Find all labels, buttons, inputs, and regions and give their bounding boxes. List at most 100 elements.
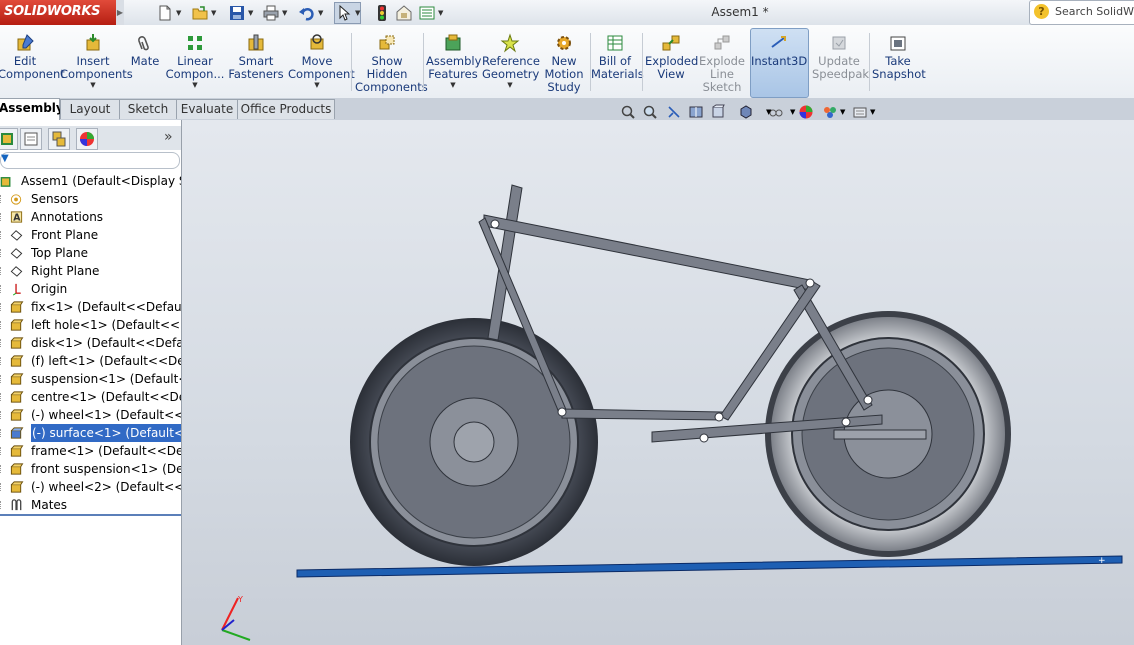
feature-tree-item[interactable]: (-) wheel<2> (Default<<Def — [0, 478, 181, 496]
edit-appearance-icon[interactable] — [798, 104, 814, 120]
display-manager-icon — [80, 132, 94, 146]
save-button[interactable]: ▼ — [228, 3, 253, 22]
feature-tree-item[interactable]: A Annotations — [0, 208, 181, 226]
reference-geometry-label: Reference Geometry — [482, 54, 540, 81]
bicycle-model[interactable]: + Y — [182, 120, 1134, 645]
display-style-icon[interactable] — [738, 104, 754, 120]
property-manager-tab[interactable] — [20, 128, 42, 150]
feature-tree-item-label: (-) wheel<1> (Default<<Def — [31, 408, 181, 422]
feature-manager-tab[interactable] — [0, 128, 18, 150]
zoom-to-fit-icon[interactable] — [620, 104, 636, 120]
panel-divider — [0, 514, 181, 516]
command-manager: Edit Component Insert Components ▼ Mate … — [0, 25, 1134, 98]
insert-components-button[interactable]: Insert Components ▼ — [60, 29, 133, 95]
feature-tree-item[interactable]: (f) left<1> (Default<<Defaul — [0, 352, 181, 370]
file-properties-button[interactable] — [395, 3, 413, 22]
tab-assembly[interactable]: Assembly — [0, 98, 64, 120]
tree-connector — [0, 447, 5, 455]
chevron-down-icon[interactable]: ▼ — [282, 9, 287, 17]
previous-view-icon[interactable] — [666, 104, 682, 120]
new-motion-study-button[interactable]: New Motion Study — [542, 29, 586, 95]
part-icon — [10, 355, 24, 367]
chevron-down-icon[interactable]: ▼ — [164, 81, 226, 90]
right-wheel[interactable] — [765, 311, 1011, 557]
options-button[interactable]: ▼ — [418, 3, 443, 22]
zoom-to-area-icon[interactable] — [642, 104, 658, 120]
chevron-down-icon[interactable]: ▼ — [438, 9, 443, 17]
assembly-features-icon — [445, 34, 461, 51]
view-settings-icon[interactable] — [852, 104, 868, 120]
chevron-down-icon[interactable]: ▼ — [355, 9, 360, 17]
edit-component-button[interactable]: Edit Component — [0, 29, 65, 95]
edit-component-icon — [17, 34, 34, 51]
menu-expand-arrow-icon[interactable]: ▶ — [116, 0, 124, 25]
section-view-icon[interactable] — [688, 104, 704, 120]
update-speedpak-button[interactable]: Update Speedpak — [812, 29, 869, 95]
feature-tree-item[interactable]: (-) surface<1> (Default<<De — [0, 424, 181, 442]
explode-line-sketch-button[interactable]: Explode Line Sketch — [698, 29, 746, 95]
search-input[interactable]: ? Search SolidWorks — [1029, 0, 1134, 25]
feature-tree-item[interactable]: frame<1> (Default<<Defaul — [0, 442, 181, 460]
expand-panel-icon[interactable]: » — [164, 129, 173, 145]
feature-tree-item[interactable]: (-) wheel<1> (Default<<Def — [0, 406, 181, 424]
tab-sketch[interactable]: Sketch — [119, 99, 177, 119]
chevron-down-icon[interactable]: ▼ — [288, 81, 346, 90]
tab-layout[interactable]: Layout — [60, 99, 120, 119]
undo-button[interactable]: ▼ — [298, 3, 323, 22]
move-component-button[interactable]: Move Component ▼ — [288, 29, 355, 95]
feature-tree-item[interactable]: left hole<1> (Default<<Defa — [0, 316, 181, 334]
graphics-area[interactable]: ▼ ▼ ▼ ▼ + Y — [182, 104, 1134, 645]
rebuild-button[interactable] — [373, 3, 391, 22]
show-hidden-components-button[interactable]: Show Hidden Components — [355, 29, 428, 95]
feature-tree-item[interactable]: disk<1> (Default<<Default> — [0, 334, 181, 352]
left-wheel[interactable] — [350, 318, 598, 566]
apply-scene-icon[interactable] — [822, 104, 838, 120]
feature-tree-item-label: Annotations — [31, 210, 104, 224]
solidworks-logo[interactable]: SOLIDWORKS ▶ — [0, 0, 124, 25]
chevron-down-icon[interactable]: ▼ — [482, 81, 538, 90]
feature-tree-item[interactable]: Top Plane — [0, 244, 181, 262]
take-snapshot-button[interactable]: Take Snapshot — [872, 29, 926, 95]
linear-component-pattern-button[interactable]: Linear Compon... ▼ — [164, 29, 226, 95]
feature-tree-item[interactable]: Right Plane — [0, 262, 181, 280]
reference-geometry-button[interactable]: Reference Geometry ▼ — [482, 29, 540, 95]
print-button[interactable]: ▼ — [262, 3, 287, 22]
feature-tree-item[interactable]: Front Plane — [0, 226, 181, 244]
exploded-view-button[interactable]: Exploded View — [645, 29, 698, 95]
feature-tree-item[interactable]: front suspension<1> (Defau — [0, 460, 181, 478]
select-button[interactable]: ▼ — [334, 2, 362, 24]
feature-tree-item-label: (f) left<1> (Default<<Defaul — [31, 354, 181, 368]
feature-tree-item[interactable]: Sensors — [0, 190, 181, 208]
motion-study-gear-icon — [557, 36, 571, 50]
new-document-button[interactable]: ▼ — [156, 3, 181, 22]
part-icon — [10, 481, 24, 493]
part-icon — [10, 301, 24, 313]
feature-tree-item[interactable]: suspension<1> (Default<<D — [0, 370, 181, 388]
feature-tree-item[interactable]: Mates — [0, 496, 181, 514]
display-manager-tab[interactable] — [76, 128, 98, 150]
feature-tree-item[interactable]: Origin — [0, 280, 181, 298]
chevron-down-icon[interactable]: ▼ — [248, 9, 253, 17]
chevron-down-icon[interactable]: ▼ — [176, 9, 181, 17]
chevron-down-icon[interactable]: ▼ — [426, 81, 480, 90]
feature-tree-item[interactable]: centre<1> (Default<<Defau — [0, 388, 181, 406]
tree-connector — [0, 321, 5, 329]
bill-of-materials-button[interactable]: Bill of Materials — [591, 29, 644, 95]
chevron-down-icon[interactable]: ▼ — [60, 81, 126, 90]
assembly-features-button[interactable]: Assembly Features ▼ — [426, 29, 481, 95]
tab-evaluate[interactable]: Evaluate — [176, 99, 238, 119]
chevron-down-icon[interactable]: ▼ — [211, 9, 216, 17]
feature-tree-item[interactable]: Assem1 (Default<Display State- — [0, 172, 181, 190]
tab-office-products[interactable]: Office Products — [237, 99, 335, 119]
feature-tree-item-label: suspension<1> (Default<<D — [31, 372, 181, 386]
open-button[interactable]: ▼ — [191, 3, 216, 22]
mate-button[interactable]: Mate — [128, 29, 162, 95]
chevron-down-icon[interactable]: ▼ — [318, 9, 323, 17]
smart-fasteners-button[interactable]: Smart Fasteners — [228, 29, 284, 95]
instant3d-button[interactable]: Instant3D — [751, 29, 807, 95]
tree-filter-input[interactable]: ▼ — [0, 152, 180, 169]
ground-surface[interactable] — [296, 555, 1123, 578]
view-orientation-icon[interactable] — [710, 104, 726, 120]
feature-tree-item[interactable]: fix<1> (Default<<Default>_I — [0, 298, 181, 316]
configuration-manager-tab[interactable] — [48, 128, 70, 150]
